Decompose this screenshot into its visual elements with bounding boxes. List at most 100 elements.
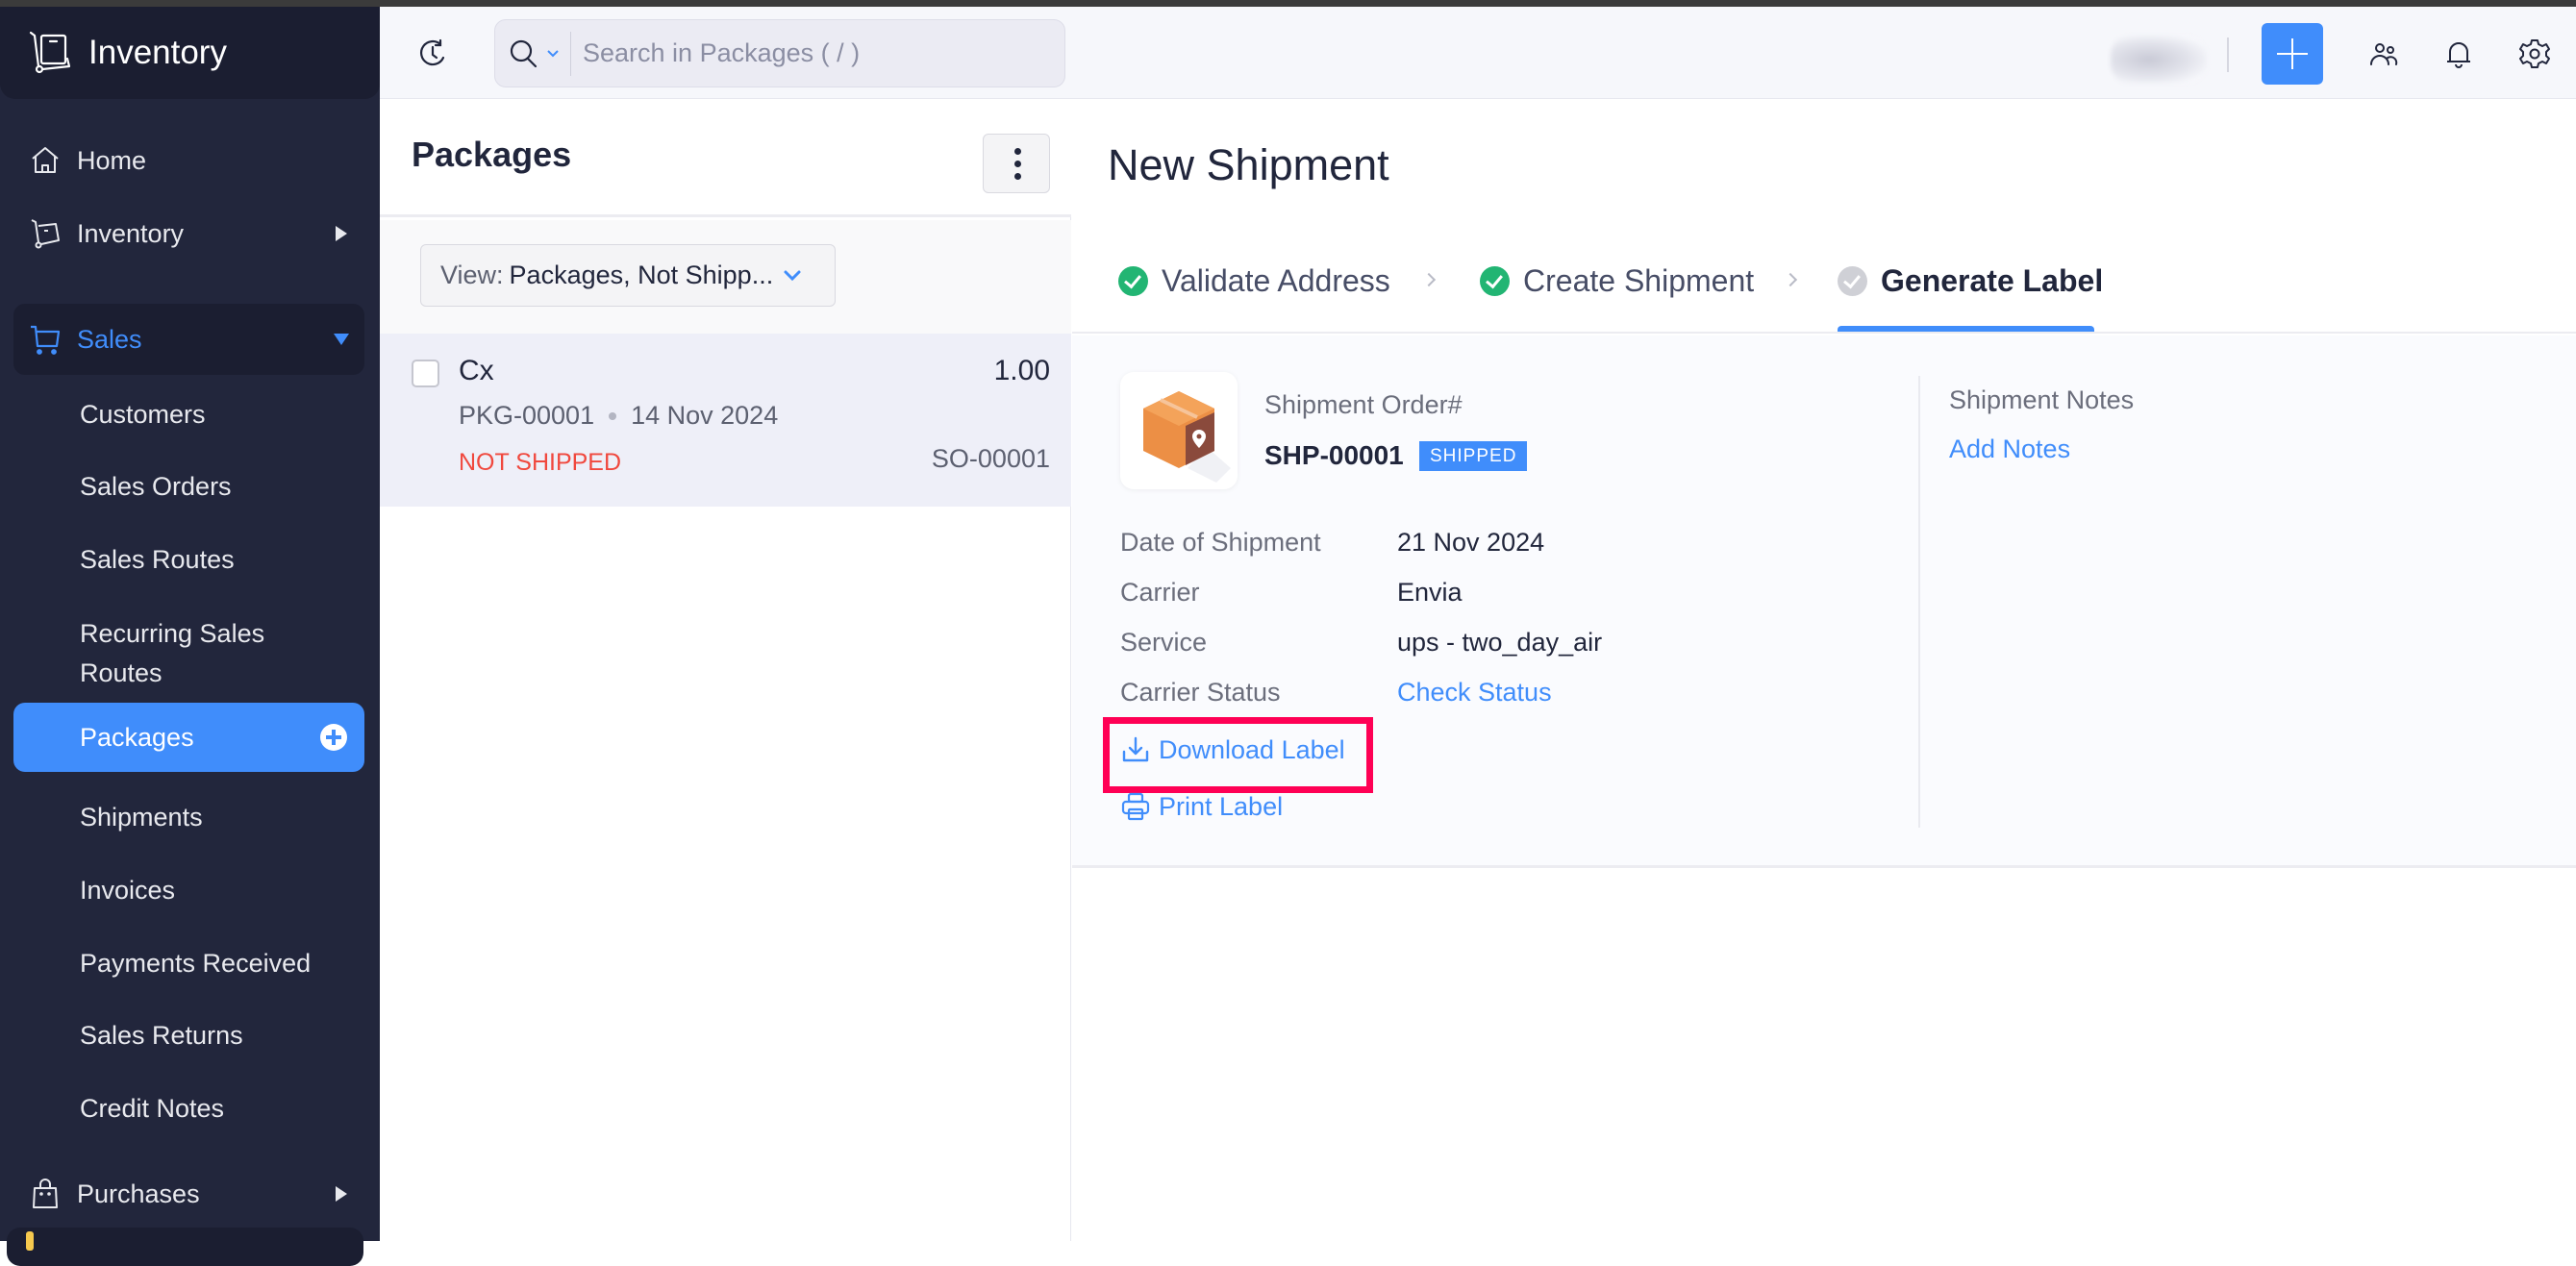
shipment-detail-panel: New Shipment Validate Address Create Shi… (1072, 100, 2576, 1241)
sidebar-item-label: Sales (77, 324, 142, 354)
view-filter-area: View: Packages, Not Shipp... (380, 220, 1071, 334)
step-generate-label[interactable]: Generate Label (1838, 263, 2103, 299)
sidebar-item-label: Credit Notes (80, 1093, 225, 1123)
sidebar-item-label: Sales Routes (80, 544, 235, 574)
sidebar-item-label: Sales Returns (80, 1020, 243, 1050)
sidebar-item-purchases[interactable]: Purchases (13, 1158, 364, 1229)
sidebar-item-packages[interactable]: Packages (13, 703, 364, 772)
sidebar-item-label: Inventory (77, 218, 185, 248)
shipment-order-label: Shipment Order# (1264, 390, 1463, 419)
step-validate-address[interactable]: Validate Address (1118, 263, 1390, 299)
shipment-details: Shipment Order# SHP-00001 SHIPPED Date o… (1072, 335, 2576, 868)
chevron-right-icon (1783, 272, 1798, 287)
sidebar-item-sales-orders[interactable]: Sales Orders (13, 459, 364, 514)
sidebar-item-payments-received[interactable]: Payments Received (13, 935, 364, 991)
sidebar-item-sales-returns[interactable]: Sales Returns (13, 1007, 364, 1063)
sidebar-item-shipments[interactable]: Shipments (13, 789, 364, 845)
sidebar-item-label: Purchases (77, 1179, 200, 1208)
sidebar-item-credit-notes[interactable]: Credit Notes (13, 1080, 364, 1136)
sidebar-item-customers[interactable]: Customers (13, 386, 364, 442)
packages-list-panel: Packages View: Packages, Not Shipp... Cx… (380, 100, 1071, 1241)
step-label: Generate Label (1881, 263, 2104, 298)
recent-history-icon[interactable] (415, 37, 450, 71)
status-badge: NOT SHIPPED (459, 449, 622, 476)
field-label: Service (1120, 628, 1208, 657)
kebab-dot (1014, 148, 1021, 155)
search-icon[interactable] (507, 37, 541, 71)
package-date: 14 Nov 2024 (631, 401, 779, 430)
expand-arrow-icon[interactable] (336, 1186, 347, 1202)
kebab-dot (1014, 161, 1021, 167)
sidebar-item-sales-routes[interactable]: Sales Routes (13, 532, 364, 587)
view-value: Packages, Not Shipp... (509, 261, 774, 289)
section-divider (1918, 376, 1920, 828)
sidebar-item-sales[interactable]: Sales (13, 304, 364, 375)
sidebar-item-label: Packages (80, 722, 194, 752)
sales-order-number: SO-00001 (931, 444, 1050, 473)
expand-arrow-icon[interactable] (336, 226, 347, 241)
chevron-down-icon (784, 270, 801, 281)
chevron-down-icon[interactable] (545, 46, 561, 62)
list-header: Packages (380, 100, 1071, 217)
page-title: New Shipment (1108, 140, 1389, 189)
add-package-icon[interactable] (320, 724, 347, 751)
more-options-button[interactable] (983, 134, 1050, 193)
view-label: View: (440, 261, 504, 289)
list-title: Packages (412, 135, 572, 174)
status-badge: SHIPPED (1419, 441, 1528, 471)
organization-name-blurred[interactable] (2111, 36, 2207, 84)
package-quantity: 1.00 (993, 355, 1050, 386)
package-meta: PKG-00001 14 Nov 2024 (459, 401, 778, 431)
download-label-text: Download Label (1159, 734, 1345, 764)
sidebar-item-home[interactable]: Home (13, 125, 364, 196)
banner-indicator (26, 1231, 34, 1251)
step-create-shipment[interactable]: Create Shipment (1480, 263, 1754, 299)
window-top-strip (0, 0, 2576, 7)
sidebar-item-invoices[interactable]: Invoices (13, 862, 364, 918)
shipment-notes-label: Shipment Notes (1949, 385, 2135, 414)
separator-dot (609, 411, 617, 420)
download-label-button[interactable]: Download Label (1120, 734, 1345, 765)
carrier-value: Envia (1397, 578, 1463, 607)
sidebar-bottom-banner[interactable] (7, 1228, 363, 1266)
sidebar: Inventory Home Inventory Sales Customers… (0, 7, 380, 1266)
table-row[interactable]: Cx 1.00 PKG-00001 14 Nov 2024 NOT SHIPPE… (380, 334, 1071, 507)
chevron-right-icon (1421, 272, 1437, 287)
sidebar-item-label: Sales Orders (80, 471, 232, 501)
sidebar-item-label: Invoices (80, 875, 176, 905)
search-divider (570, 31, 571, 76)
check-status-link[interactable]: Check Status (1397, 678, 1552, 707)
sidebar-item-label: Recurring Sales Routes (80, 619, 265, 687)
users-icon[interactable] (2367, 37, 2400, 70)
print-label-text: Print Label (1159, 791, 1284, 821)
brand-header[interactable]: Inventory (0, 7, 380, 99)
notification-bell-icon[interactable] (2442, 37, 2475, 70)
search-bar[interactable] (494, 19, 1065, 87)
check-circle-icon (1480, 266, 1510, 296)
sidebar-item-recurring-sales-routes[interactable]: Recurring Sales Routes (13, 610, 331, 697)
check-circle-icon (1838, 266, 1867, 296)
sidebar-item-label: Customers (80, 399, 206, 429)
printer-icon (1121, 792, 1150, 821)
cart-icon (31, 325, 61, 355)
sidebar-item-inventory[interactable]: Inventory (13, 198, 364, 269)
date-of-shipment-value: 21 Nov 2024 (1397, 528, 1545, 557)
search-input[interactable] (583, 38, 1035, 68)
print-label-button[interactable]: Print Label (1120, 791, 1283, 822)
home-icon (32, 147, 59, 173)
shopping-bag-icon (33, 1179, 58, 1208)
package-number: PKG-00001 (459, 401, 595, 430)
app-title: Inventory (88, 34, 227, 71)
inventory-cart-icon (31, 219, 60, 249)
field-label: Date of Shipment (1120, 528, 1321, 557)
sidebar-item-label: Home (77, 145, 147, 175)
step-label: Create Shipment (1523, 263, 1755, 298)
row-checkbox[interactable] (412, 360, 439, 387)
collapse-arrow-icon[interactable] (334, 334, 349, 345)
view-filter-dropdown[interactable]: View: Packages, Not Shipp... (420, 244, 836, 307)
settings-gear-icon[interactable] (2518, 37, 2551, 70)
kebab-dot (1014, 173, 1021, 180)
add-notes-link[interactable]: Add Notes (1949, 434, 2070, 464)
quick-create-button[interactable] (2262, 23, 2323, 85)
sidebar-item-label: Payments Received (80, 948, 312, 978)
